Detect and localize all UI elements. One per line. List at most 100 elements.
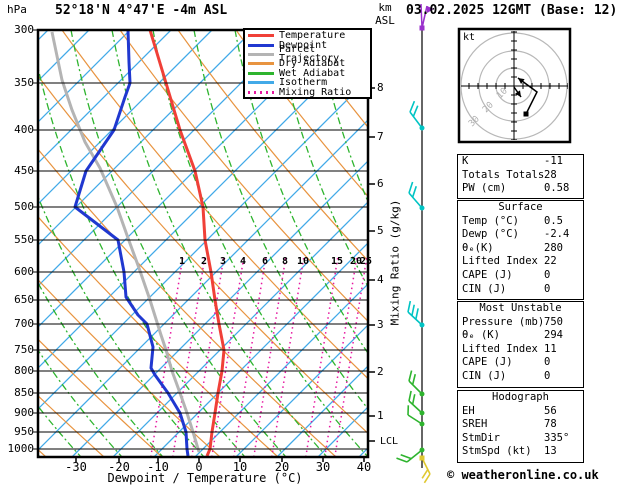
indices-row-value: 22 (544, 255, 557, 269)
lcl-label: LCL (380, 436, 398, 447)
indices-row: Dewp (°C) -2.4 (458, 228, 583, 242)
indices-row-value: -2.4 (544, 228, 569, 242)
indices-row-value: 0 (544, 269, 550, 283)
indices-row: PW (cm) 0.58 (458, 182, 583, 196)
pressure-tick-label: 1000 (0, 443, 34, 455)
legend-label: Isotherm (279, 78, 327, 87)
indices-row-label: Temp (°C) (462, 215, 519, 227)
pressure-tick-label: 550 (0, 234, 34, 246)
indices-row: Totals Totals28 (458, 169, 583, 183)
km-tick-label: 2 (377, 366, 384, 378)
temp-tick-label: -20 (108, 460, 130, 474)
indices-row-value: 78 (544, 418, 557, 432)
indices-row-label: CAPE (J) (462, 269, 513, 281)
legend-swatch (248, 81, 274, 84)
indices-row-label: Totals Totals (462, 169, 544, 181)
indices-row: θₑ(K) 280 (458, 242, 583, 256)
indices-row: SREH 78 (458, 418, 583, 432)
indices-row: EH 56 (458, 405, 583, 419)
wind-barb (420, 456, 431, 483)
legend-swatch (248, 53, 274, 56)
legend-row: Temperature (248, 31, 370, 40)
indices-section: SurfaceTemp (°C)0.5Dewp (°C)-2.4θₑ(K)280… (457, 200, 584, 300)
legend-row: Isotherm (248, 78, 370, 87)
km-tick-label: 1 (377, 410, 384, 422)
mixing-ratio-line (254, 255, 286, 457)
indices-section-title: Surface (458, 201, 583, 215)
mixing-ratio-axis-title: Mixing Ratio (g/kg) (389, 178, 402, 348)
mixing-ratio-value-label: 6 (262, 256, 268, 267)
indices-row-label: Lifted Index (462, 343, 538, 355)
km-tick-label: 3 (377, 319, 384, 331)
indices-section: HodographEH56SREH78StmDir335°StmSpd (kt)… (457, 390, 584, 463)
pressure-tick-label: 700 (0, 318, 34, 330)
mixing-ratio-value-label: 4 (240, 256, 246, 267)
indices-row-label: Dewp (°C) (462, 228, 519, 240)
legend-label: Dry Adiabat (279, 59, 345, 68)
indices-row-value: 13 (544, 445, 557, 459)
indices-row-value: 56 (544, 405, 557, 419)
indices-row-value: 280 (544, 242, 563, 256)
pressure-tick-label: 900 (0, 407, 34, 419)
pressure-tick-label: 450 (0, 165, 34, 177)
indices-row: θₑ (K) 294 (458, 329, 583, 343)
temp-tick-label: -10 (147, 460, 169, 474)
legend-swatch (248, 72, 274, 75)
skewt-sounding-chart: 102030 hPa 52°18'N 4°47'E -4m ASL 03.02.… (0, 0, 629, 486)
km-tick-label: 7 (377, 131, 384, 143)
indices-row-value: 335° (544, 432, 569, 446)
km-tick-label: 5 (377, 225, 384, 237)
indices-row: CIN (J) 0 (458, 370, 583, 384)
indices-row: CAPE (J) 0 (458, 269, 583, 283)
legend-label: Temperature (279, 31, 345, 40)
km-tick-label: 8 (377, 82, 384, 94)
indices-row-value: 28 (544, 169, 557, 183)
indices-row: Pressure (mb)750 (458, 316, 583, 330)
temp-tick-label: 20 (275, 460, 289, 474)
indices-row-value: 0 (544, 283, 550, 297)
mixing-ratio-value-label: 10 (297, 256, 309, 267)
indices-row-label: EH (462, 405, 475, 417)
temp-tick-label: -30 (65, 460, 87, 474)
mixing-ratio-value-label: 15 (331, 256, 343, 267)
indices-row-label: θₑ(K) (462, 242, 494, 254)
indices-row: K-11 (458, 155, 583, 169)
indices-row-value: 0.58 (544, 182, 569, 196)
legend-label: Mixing Ratio (279, 88, 351, 97)
mixing-ratio-value-label: 2 (201, 256, 207, 267)
indices-row-value: 11 (544, 343, 557, 357)
temp-tick-label: 40 (357, 460, 371, 474)
indices-row-value: 0 (544, 370, 550, 384)
indices-row-value: 750 (544, 316, 563, 330)
indices-row-value: 294 (544, 329, 563, 343)
indices-section: K-11Totals Totals28PW (cm)0.58 (457, 154, 584, 199)
run-date: 03.02.2025 12GMT (Base: 12) (406, 3, 617, 18)
temp-tick-label: 30 (316, 460, 330, 474)
mixing-ratio-line (234, 255, 266, 457)
mixing-ratio-value-label: 3 (220, 256, 226, 267)
station-title: 52°18'N 4°47'E -4m ASL (55, 3, 227, 18)
indices-row: StmDir 335° (458, 432, 583, 446)
indices-row-label: StmDir (462, 432, 500, 444)
mixing-ratio-line (335, 255, 367, 457)
indices-row-label: StmSpd (kt) (462, 445, 532, 457)
temp-tick-label: 0 (195, 460, 202, 474)
indices-row: Lifted Index22 (458, 255, 583, 269)
indices-row-label: K (462, 155, 468, 167)
indices-row: CIN (J)0 (458, 283, 583, 297)
temp-tick-label: 10 (233, 460, 247, 474)
pressure-tick-label: 950 (0, 426, 34, 438)
pressure-tick-label: 400 (0, 124, 34, 136)
indices-row: Lifted Index 11 (458, 343, 583, 357)
pressure-tick-label: 350 (0, 77, 34, 89)
pressure-tick-label: 650 (0, 294, 34, 306)
indices-row-label: CIN (J) (462, 370, 506, 382)
indices-row-label: PW (cm) (462, 182, 506, 194)
indices-row-label: θₑ (K) (462, 329, 500, 341)
indices-section-title: Hodograph (458, 391, 583, 405)
indices-row: StmSpd (kt) 13 (458, 445, 583, 459)
indices-section-title: Most Unstable (458, 302, 583, 316)
indices-row-label: SREH (462, 418, 487, 430)
mixing-ratio-line (173, 255, 205, 457)
copyright-text: © weatheronline.co.uk (447, 468, 599, 482)
